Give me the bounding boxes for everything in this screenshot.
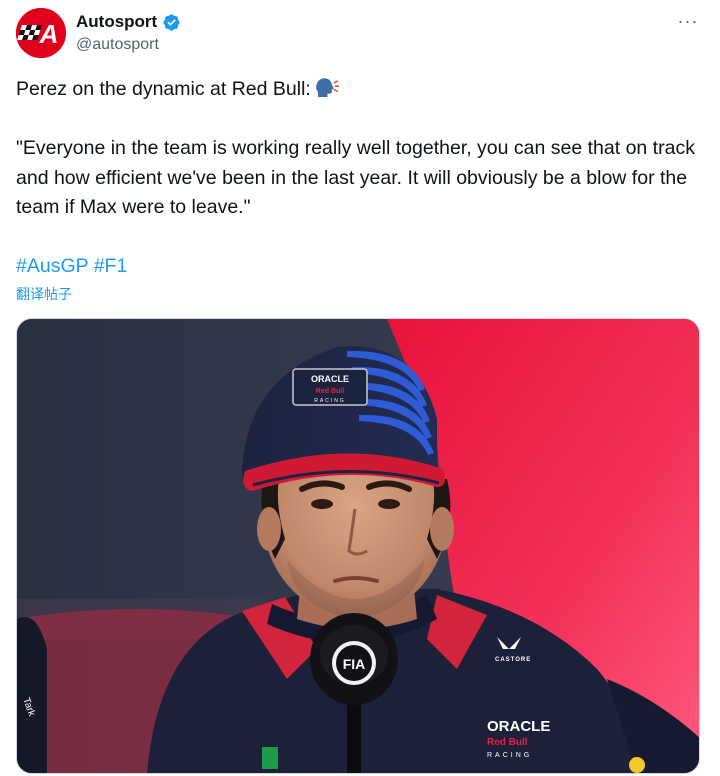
- translate-post-link[interactable]: 翻译帖子: [16, 284, 72, 304]
- speaking-head-emoji-icon: [315, 78, 339, 97]
- verified-badge-icon: [163, 13, 180, 31]
- tweet-hashtags: #AusGP #F1: [16, 252, 706, 282]
- author-avatar[interactable]: A: [16, 8, 66, 58]
- svg-text:RACING: RACING: [314, 398, 345, 404]
- hashtag-f1[interactable]: #F1: [94, 255, 128, 277]
- tweet-text: Perez on the dynamic at Red Bull: "Every…: [16, 75, 706, 282]
- tweet-intro-line: Perez on the dynamic at Red Bull:: [16, 75, 706, 105]
- svg-text:ORACLE: ORACLE: [487, 718, 550, 735]
- tweet-card: A Autosport @autosport ··· Perez on the …: [0, 0, 720, 776]
- hashtag-ausgp[interactable]: #AusGP: [16, 255, 88, 277]
- svg-text:Red Bull: Red Bull: [487, 737, 528, 748]
- svg-text:ORACLE: ORACLE: [311, 374, 349, 384]
- svg-text:RACING: RACING: [487, 752, 532, 759]
- svg-text:CASTORE: CASTORE: [495, 657, 531, 663]
- more-options-button[interactable]: ···: [674, 10, 702, 32]
- author-name-row: Autosport: [76, 11, 181, 33]
- svg-text:Red Bull: Red Bull: [316, 388, 344, 395]
- author-display-name[interactable]: Autosport: [76, 12, 157, 32]
- svg-text:FIA: FIA: [343, 656, 366, 672]
- autosport-logo-icon: A: [16, 8, 66, 58]
- tweet-quote: "Everyone in the team is working really …: [16, 137, 695, 218]
- author-handle[interactable]: @autosport: [76, 36, 181, 54]
- tweet-intro-text: Perez on the dynamic at Red Bull:: [16, 78, 311, 100]
- tweet-media-photo[interactable]: Tark ORACLE Red Bull RACING ORACLE Red B…: [16, 318, 700, 774]
- press-conference-photo: Tark ORACLE Red Bull RACING ORACLE Red B…: [17, 319, 699, 773]
- svg-text:A: A: [39, 19, 59, 49]
- author-info: Autosport @autosport: [76, 11, 181, 54]
